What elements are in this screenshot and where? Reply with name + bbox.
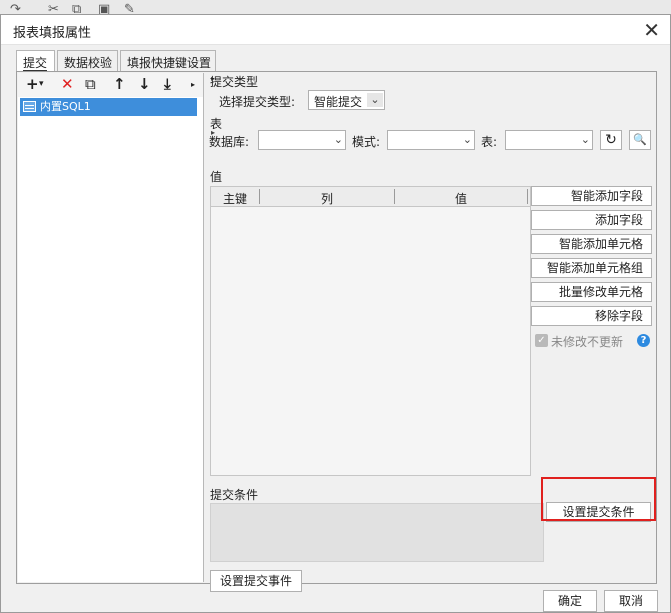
tree-item-builtin-sql1[interactable]: 内置SQL1 <box>20 98 197 116</box>
smart-add-cell-button[interactable]: 智能添加单元格 <box>531 234 652 254</box>
submit-type-select[interactable]: 智能提交 ⌄ <box>308 90 385 110</box>
delete-icon[interactable]: ✕ <box>61 75 74 93</box>
column-header-key[interactable]: 主键 <box>223 190 247 207</box>
tree-item-label: 内置SQL1 <box>40 100 91 113</box>
table-icon <box>23 101 36 112</box>
smart-add-cell-group-button[interactable]: 智能添加单元格组 <box>531 258 652 278</box>
submit-type-value: 智能提交 <box>314 95 363 109</box>
database-label: 数据库: <box>209 135 250 149</box>
submit-condition-label: 提交条件 <box>210 488 259 502</box>
set-submit-event-button[interactable]: 设置提交事件 <box>210 570 302 592</box>
dialog-titlebar: 报表填报属性 ✕ <box>1 15 670 45</box>
column-divider[interactable] <box>394 189 395 204</box>
database-select[interactable]: ⌄ <box>258 130 346 150</box>
preview-button[interactable]: 🔍 <box>629 130 651 150</box>
close-icon[interactable]: ✕ <box>643 18 660 42</box>
help-icon[interactable]: ? <box>637 334 650 347</box>
table-label: 表: <box>481 135 498 149</box>
tab-data-validation[interactable]: 数据校验 <box>57 50 118 72</box>
submit-type-label: 选择提交类型: <box>219 95 296 109</box>
unmodified-no-update-label: 未修改不更新 <box>551 335 624 349</box>
highlight-box <box>541 477 656 521</box>
add-field-button[interactable]: 添加字段 <box>531 210 652 230</box>
dialog-title: 报表填报属性 <box>13 26 92 41</box>
tab-shortcut-settings[interactable]: 填报快捷键设置 <box>120 50 216 72</box>
sql-list-pane: + ▾ ✕ ⧉ ↑ ↓ ⤓ ▸ 内置SQL1 <box>18 73 204 582</box>
smart-add-field-button[interactable]: 智能添加字段 <box>531 186 652 206</box>
submit-type-section-label: 提交类型 <box>210 75 259 89</box>
submit-condition-area <box>210 503 544 562</box>
chevron-down-icon: ⌄ <box>333 133 343 146</box>
schema-label: 模式: <box>352 135 381 149</box>
batch-modify-cells-button[interactable]: 批量修改单元格 <box>531 282 652 302</box>
tab-shortcut-settings-label: 填报快捷键设置 <box>127 56 212 70</box>
chevron-down-icon: ⌄ <box>462 133 472 146</box>
copy-icon[interactable]: ⧉ <box>85 75 96 93</box>
column-header-column[interactable]: 列 <box>321 190 333 207</box>
cancel-button[interactable]: 取消 <box>604 590 658 612</box>
move-down-icon[interactable]: ↓ <box>138 75 151 93</box>
refresh-icon: ↻ <box>605 132 617 148</box>
tab-data-validation-label: 数据校验 <box>64 56 113 70</box>
add-icon[interactable]: + <box>26 75 39 93</box>
sql-list-toolbar: + ▾ ✕ ⧉ ↑ ↓ ⤓ ▸ <box>18 73 203 97</box>
remove-field-button[interactable]: 移除字段 <box>531 306 652 326</box>
grid-header: 主键 列 值 <box>211 187 530 207</box>
toolbar-more-icon[interactable]: ▸ <box>191 80 195 89</box>
tab-submit-label: 提交 <box>23 56 48 71</box>
report-fill-properties-dialog: 报表填报属性 ✕ 提交 数据校验 填报快捷键设置 + ▾ ✕ ⧉ ↑ ↓ ⤓ ▸ <box>0 14 671 613</box>
value-grid[interactable]: 主键 列 值 <box>210 186 531 476</box>
table-select[interactable]: ⌄ <box>505 130 593 150</box>
column-header-value[interactable]: 值 <box>455 190 467 207</box>
chevron-down-icon: ⌄ <box>580 133 590 146</box>
column-divider[interactable] <box>527 189 528 204</box>
tab-submit[interactable]: 提交 <box>16 50 55 73</box>
checkbox-checked-icon[interactable]: ✓ <box>535 334 548 347</box>
chevron-down-icon: ⌄ <box>367 93 383 107</box>
preview-icon: 🔍 <box>633 133 647 146</box>
add-dropdown-icon[interactable]: ▾ <box>39 79 44 89</box>
move-up-icon[interactable]: ↑ <box>113 75 126 93</box>
refresh-button[interactable]: ↻ <box>600 130 622 150</box>
ok-button[interactable]: 确定 <box>543 590 597 612</box>
column-divider[interactable] <box>259 189 260 204</box>
table-section-label: 表 <box>210 117 223 131</box>
value-section-label: 值 <box>210 170 223 184</box>
move-bottom-icon[interactable]: ⤓ <box>164 75 171 93</box>
tab-content-panel: + ▾ ✕ ⧉ ↑ ↓ ⤓ ▸ 内置SQL1 ▸ ▸ 提交类型 选择提交类型: … <box>16 71 657 592</box>
schema-select[interactable]: ⌄ <box>387 130 475 150</box>
